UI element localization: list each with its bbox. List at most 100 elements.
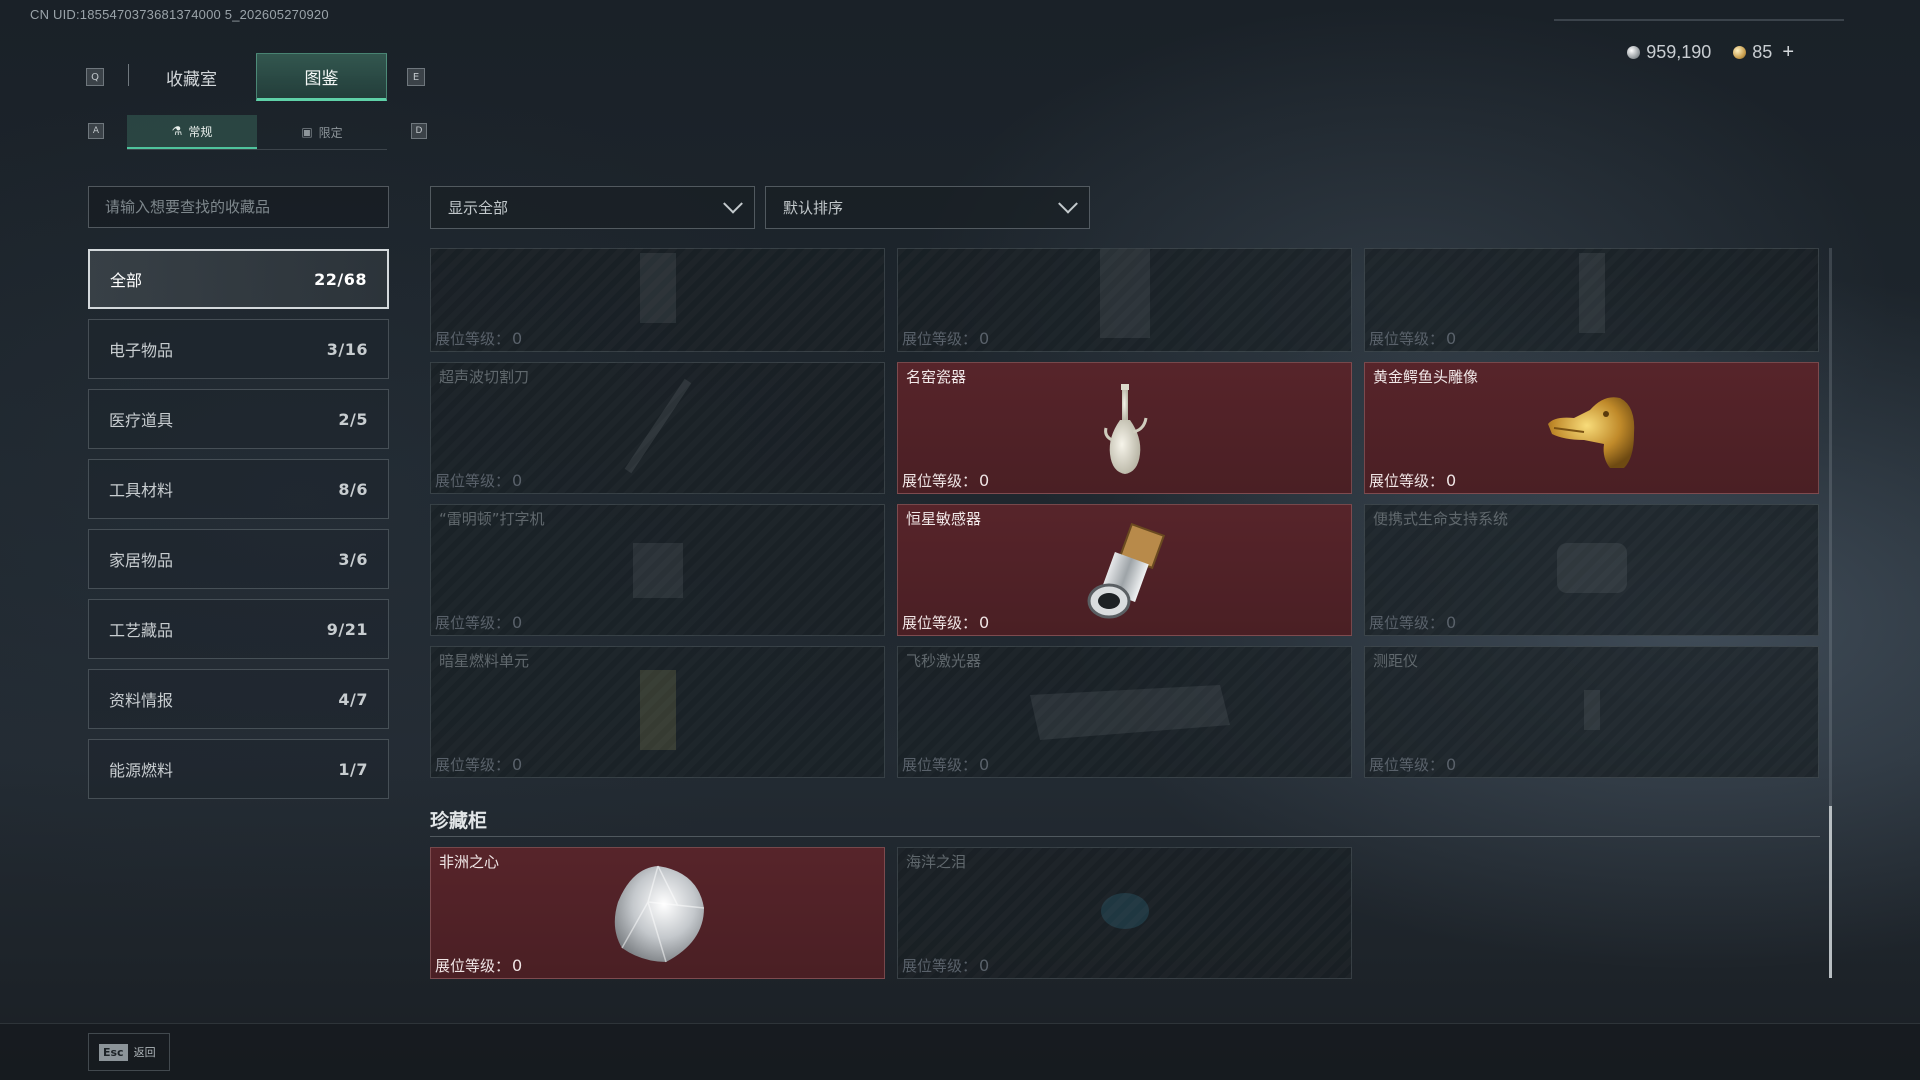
- collection-card[interactable]: 展位等级： 0: [430, 248, 885, 352]
- collection-card[interactable]: 黄金鳄鱼头雕像 展位等级： 0: [1364, 362, 1819, 494]
- ocean-tear-image: [1095, 886, 1155, 940]
- category-count: 22/68: [314, 269, 367, 289]
- collection-card[interactable]: 展位等级： 0: [1364, 248, 1819, 352]
- item-name: 暗星燃料单元: [439, 652, 530, 670]
- collection-card[interactable]: “雷明顿”打字机 展位等级： 0: [430, 504, 885, 636]
- category-label: 家居物品: [109, 551, 174, 570]
- filter-value: 显示全部: [448, 199, 509, 217]
- category-count: 1/7: [338, 759, 368, 779]
- search-input[interactable]: [89, 187, 388, 227]
- tab-collection-room[interactable]: 收藏室: [127, 53, 256, 101]
- display-level: 展位等级： 0: [435, 329, 523, 348]
- category-label: 工具材料: [109, 481, 174, 500]
- subtab-regular-label: 常规: [188, 124, 213, 139]
- display-level: 展位等级： 0: [902, 329, 990, 348]
- porcelain-vase-image: [1100, 382, 1150, 482]
- subtab-limited-label: 限定: [318, 125, 343, 140]
- category-count: 4/7: [338, 689, 368, 709]
- dark-star-fuel-image: [628, 665, 688, 759]
- collection-card[interactable]: 海洋之泪 展位等级： 0: [897, 847, 1352, 979]
- collection-card[interactable]: 飞秒激光器 展位等级： 0: [897, 646, 1352, 778]
- gold-crocodile-head-image: [1544, 388, 1640, 476]
- main-tabs: 收藏室 图鉴: [127, 53, 387, 101]
- gold-amount: 85: [1752, 42, 1773, 62]
- section-title: 珍藏柜: [430, 810, 488, 832]
- gold-coin-icon: [1733, 46, 1747, 59]
- display-level: 展位等级： 0: [1369, 613, 1457, 632]
- subtab-regular[interactable]: ⚗ 常规: [127, 115, 257, 149]
- chevron-down-icon: [1058, 193, 1078, 214]
- category-electronics[interactable]: 电子物品 3/16: [88, 319, 389, 379]
- category-crafts[interactable]: 工艺藏品 9/21: [88, 599, 389, 659]
- item-name: 恒星敏感器: [906, 510, 982, 528]
- category-all[interactable]: 全部 22/68: [88, 249, 389, 309]
- category-count: 2/5: [338, 409, 368, 429]
- collection-card[interactable]: 超声波切割刀 展位等级： 0: [430, 362, 885, 494]
- display-level: 展位等级： 0: [435, 956, 523, 975]
- silver-amount: 959,190: [1646, 42, 1712, 62]
- key-hint-d: D: [411, 123, 427, 139]
- back-button[interactable]: Esc 返回: [88, 1033, 170, 1071]
- silver-coin-icon: [1627, 46, 1641, 59]
- category-medical[interactable]: 医疗道具 2/5: [88, 389, 389, 449]
- category-label: 工艺藏品: [109, 621, 174, 640]
- display-level: 展位等级： 0: [1369, 329, 1457, 348]
- collection-card[interactable]: 暗星燃料单元 展位等级： 0: [430, 646, 885, 778]
- esc-key-hint: Esc: [99, 1043, 128, 1061]
- category-energy[interactable]: 能源燃料 1/7: [88, 739, 389, 799]
- category-household[interactable]: 家居物品 3/6: [88, 529, 389, 589]
- display-level: 展位等级： 0: [902, 956, 990, 975]
- item-name: 飞秒激光器: [906, 652, 982, 670]
- filter-dropdown[interactable]: 显示全部: [430, 186, 755, 229]
- add-currency-icon[interactable]: +: [1782, 41, 1794, 64]
- scrollbar-thumb[interactable]: [1829, 806, 1832, 978]
- display-level: 展位等级： 0: [902, 755, 990, 774]
- item-name: 海洋之泪: [906, 853, 967, 871]
- collection-card[interactable]: 便携式生命支持系统 展位等级： 0: [1364, 504, 1819, 636]
- sub-tabs: ⚗ 常规 ▣ 限定: [127, 115, 387, 150]
- item-image: [628, 253, 688, 347]
- item-name: 超声波切割刀: [439, 368, 530, 386]
- femtosecond-laser-image: [1010, 675, 1240, 749]
- footer-bar: [0, 1023, 1920, 1080]
- flask-icon: ⚗: [171, 124, 183, 138]
- star-sensor-image: [1077, 523, 1173, 627]
- uid-label: CN UID:1855470373681374000 5_20260527092…: [30, 7, 329, 22]
- item-name: 便携式生命支持系统: [1373, 510, 1509, 528]
- top-divider: [1554, 19, 1844, 21]
- category-count: 3/16: [326, 339, 368, 359]
- display-level: 展位等级： 0: [1369, 471, 1457, 490]
- category-label: 资料情报: [109, 691, 174, 710]
- category-label: 能源燃料: [109, 761, 174, 780]
- collection-card[interactable]: 名窑瓷器 展位等级： 0: [897, 362, 1352, 494]
- sort-dropdown[interactable]: 默认排序: [765, 186, 1090, 229]
- category-list: 全部 22/68 电子物品 3/16 医疗道具 2/5 工具材料 8/6 家居物…: [88, 249, 389, 809]
- item-name: 黄金鳄鱼头雕像: [1373, 368, 1479, 386]
- display-level: 展位等级： 0: [902, 613, 990, 632]
- item-name: 测距仪: [1373, 652, 1419, 670]
- collection-card[interactable]: 展位等级： 0: [897, 248, 1352, 352]
- display-level: 展位等级： 0: [1369, 755, 1457, 774]
- collection-card[interactable]: 非洲之心 展位等级： 0: [430, 847, 885, 979]
- item-image: [1567, 253, 1617, 347]
- category-label: 电子物品: [109, 341, 174, 360]
- collection-card[interactable]: 测距仪 展位等级： 0: [1364, 646, 1819, 778]
- tab-catalog[interactable]: 图鉴: [256, 53, 387, 101]
- category-intel[interactable]: 资料情报 4/7: [88, 669, 389, 729]
- key-hint-a: A: [88, 123, 104, 139]
- chevron-down-icon: [723, 193, 743, 214]
- gold-currency[interactable]: 85 +: [1733, 41, 1794, 64]
- key-hint-q: Q: [86, 68, 104, 86]
- life-support-image: [1547, 528, 1637, 612]
- diamond-image: [608, 862, 708, 970]
- item-name: 名窑瓷器: [906, 368, 967, 386]
- item-name: “雷明顿”打字机: [439, 510, 545, 528]
- collection-card[interactable]: 恒星敏感器 展位等级： 0: [897, 504, 1352, 636]
- typewriter-image: [623, 528, 693, 612]
- sort-value: 默认排序: [783, 199, 844, 217]
- subtab-limited[interactable]: ▣ 限定: [257, 115, 387, 149]
- currency-bar: 959,190 85 +: [1627, 41, 1794, 64]
- category-tools[interactable]: 工具材料 8/6: [88, 459, 389, 519]
- display-level: 展位等级： 0: [435, 613, 523, 632]
- category-count: 3/6: [338, 549, 368, 569]
